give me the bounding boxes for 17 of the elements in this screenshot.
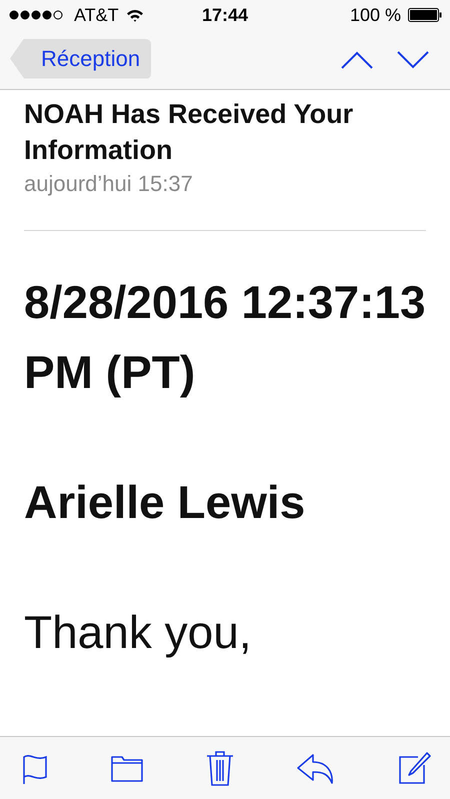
battery-percent: 100 % xyxy=(350,4,401,26)
carrier-name: AT&T xyxy=(74,4,119,26)
message-date: aujourd’hui 15:37 xyxy=(24,170,194,198)
folder-icon[interactable] xyxy=(111,754,143,782)
body-text: Thank you, xyxy=(24,605,253,660)
body-heading: 8/28/2016 12:37:13 PM (PT) xyxy=(24,275,426,400)
body-heading: Arielle Lewis xyxy=(24,475,306,530)
chevron-up-icon[interactable] xyxy=(341,50,373,68)
back-button[interactable]: Réception xyxy=(10,38,152,78)
message-subject: NOAH Has Received Your Information xyxy=(24,98,354,167)
reply-icon[interactable] xyxy=(297,752,335,784)
trash-icon[interactable] xyxy=(206,750,234,786)
battery-icon xyxy=(408,8,442,22)
wifi-icon xyxy=(126,8,144,22)
chevron-down-icon[interactable] xyxy=(397,50,429,68)
compose-icon[interactable] xyxy=(398,751,432,785)
status-time: 17:44 xyxy=(202,4,248,26)
